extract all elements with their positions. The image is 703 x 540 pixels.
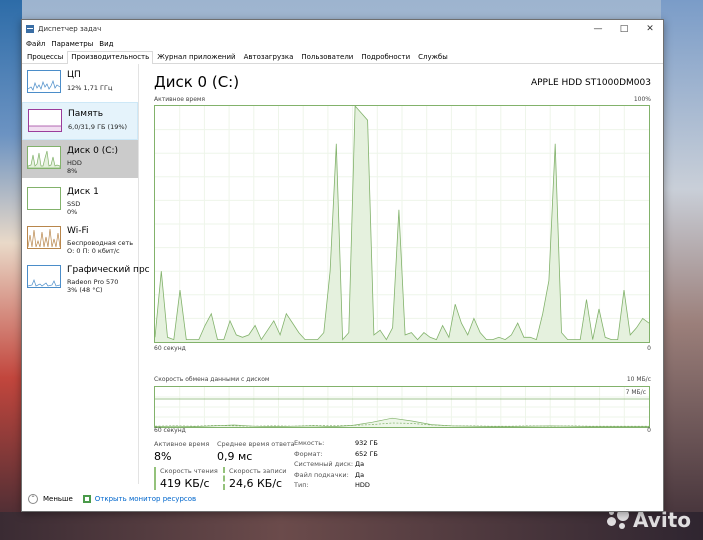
active-time-max-label: 100% [633, 96, 651, 103]
sidebar-item-label: Диск 0 (C:) [67, 146, 119, 156]
property-key: Емкость: [294, 439, 325, 447]
sidebar-item-type: Radeon Pro 570 [67, 278, 119, 286]
title-bar[interactable]: Диспетчер задач — □ ✕ [22, 20, 663, 37]
transfer-rate-chart-label: Скорость обмена данными с диском [154, 376, 270, 383]
page-title: Диск 0 (C:) [154, 73, 240, 91]
fewer-details-button[interactable]: Меньше [43, 495, 73, 503]
tab-users[interactable]: Пользователи [297, 51, 357, 63]
disk1-thumbnail [27, 187, 61, 210]
chevron-up-icon[interactable]: ⌃ [28, 493, 38, 504]
sidebar-item-detail: 6,0/31,9 ГБ (19%) [68, 123, 128, 131]
active-time-chart-label: Активное время [154, 96, 206, 103]
desktop-wallpaper-left [0, 0, 22, 540]
sidebar-item-usage: 8% [67, 167, 78, 175]
sidebar-item-wifi[interactable]: Wi-Fi Беспроводная сеть О: 0 П: 0 кбит/с [22, 220, 138, 258]
sidebar-item-disk0[interactable]: Диск 0 (C:) HDD 8% [22, 140, 138, 178]
footer-bar: ⌃ Меньше Открыть монитор ресурсов [22, 486, 663, 511]
property-row: Файл подкачки: Да [294, 471, 378, 482]
open-resource-monitor-link[interactable]: Открыть монитор ресурсов [95, 495, 196, 503]
active-time-stat-value: 8% [154, 450, 172, 463]
property-value: 652 ГБ [355, 449, 378, 458]
property-key: Системный диск: [294, 460, 354, 468]
property-value: Да [355, 460, 365, 468]
menu-file[interactable]: Файл [24, 40, 49, 48]
disk-details-panel: Диск 0 (C:) APPLE HDD ST1000DM003 Активн… [152, 73, 652, 490]
avg-response-stat-label: Среднее время ответа [217, 440, 295, 448]
sidebar-item-type: HDD [67, 159, 82, 167]
property-row: Емкость: 932 ГБ [294, 439, 378, 450]
maximize-button[interactable]: □ [611, 20, 637, 37]
avito-logo-icon [607, 509, 630, 531]
tab-performance[interactable]: Производительность [67, 51, 154, 64]
tab-startup[interactable]: Автозагрузка [240, 51, 298, 63]
transfer-rate-x-label: 60 секунд [154, 427, 186, 434]
window-title: Диспетчер задач [38, 24, 102, 33]
read-speed-stat-label: Скорость чтения [160, 467, 218, 475]
active-time-stat: Активное время 8% [154, 440, 209, 463]
disk-model: APPLE HDD ST1000DM003 [530, 78, 651, 88]
sidebar-item-cpu[interactable]: ЦП 12% 1,71 ГГц [22, 64, 138, 102]
property-row: Системный диск: Да [294, 460, 378, 471]
sidebar-item-label: Память [68, 109, 104, 119]
task-manager-icon [26, 24, 34, 33]
gpu-thumbnail [27, 265, 61, 288]
property-key: Формат: [294, 449, 323, 458]
sidebar-item-usage: О: 0 П: 0 кбит/с [67, 247, 120, 255]
sidebar-item-label: Wi-Fi [67, 226, 89, 236]
property-value: 932 ГБ [355, 439, 378, 447]
disk0-thumbnail [27, 146, 61, 169]
desktop-wallpaper-right [661, 0, 703, 540]
close-button[interactable]: ✕ [637, 20, 663, 37]
wifi-thumbnail [27, 226, 61, 249]
transfer-rate-zero-label: 0 [647, 427, 651, 434]
disk-properties: Емкость: 932 ГБ Формат: 652 ГБ Системный д… [294, 439, 378, 492]
transfer-rate-chart: 7 МБ/с [154, 386, 650, 428]
avg-response-stat-value: 0,9 мс [217, 450, 253, 463]
sidebar-item-label: ЦП [67, 70, 81, 80]
property-value: Да [355, 470, 365, 479]
active-time-zero-label: 0 [647, 345, 651, 352]
memory-thumbnail [28, 109, 62, 132]
cpu-thumbnail [27, 70, 61, 93]
desktop-wallpaper-bottom [0, 512, 703, 540]
performance-sidebar: ЦП 12% 1,71 ГГц Память 6,0/31,9 ГБ (19%)… [22, 64, 150, 484]
tab-bar: Процессы Производительность Журнал прило… [22, 50, 663, 64]
tab-services[interactable]: Службы [414, 51, 452, 63]
transfer-rate-max-label: 10 МБ/с [626, 376, 651, 383]
property-key: Файл подкачки: [294, 470, 349, 479]
sidebar-item-disk1[interactable]: Диск 1 SSD 0% [22, 181, 138, 219]
sidebar-item-label: Графический прс [67, 265, 150, 275]
resource-monitor-icon [82, 494, 91, 503]
write-speed-stat-label: Скорость записи [229, 467, 287, 475]
active-time-stat-label: Активное время [154, 440, 210, 448]
tab-details[interactable]: Подробности [357, 51, 414, 63]
property-row: Формат: 652 ГБ [294, 450, 378, 461]
tab-processes[interactable]: Процессы [23, 51, 67, 63]
sidebar-item-memory[interactable]: Память 6,0/31,9 ГБ (19%) [22, 102, 138, 140]
active-time-x-label: 60 секунд [154, 345, 186, 352]
sidebar-item-usage: 3% (48 °C) [67, 286, 103, 294]
sidebar-item-usage: 0% [67, 208, 78, 216]
transfer-rate-inner-label: 7 МБ/с [625, 389, 646, 396]
active-time-chart [154, 105, 650, 343]
avg-response-stat: Среднее время ответа 0,9 мс [217, 440, 295, 463]
sidebar-item-type: SSD [67, 200, 81, 208]
sidebar-item-gpu[interactable]: Графический прс Radeon Pro 570 3% (48 °C… [22, 259, 150, 297]
menu-view[interactable]: Вид [97, 40, 117, 48]
minimize-button[interactable]: — [585, 20, 611, 37]
sidebar-item-type: Беспроводная сеть [67, 239, 134, 247]
menu-bar: Файл Параметры Вид [22, 37, 663, 50]
sidebar-item-detail: 12% 1,71 ГГц [67, 84, 113, 92]
tab-app-history[interactable]: Журнал приложений [153, 51, 239, 63]
task-manager-window: Диспетчер задач — □ ✕ Файл Параметры Вид… [21, 19, 664, 512]
menu-options[interactable]: Параметры [49, 40, 97, 48]
sidebar-item-label: Диск 1 [67, 187, 99, 197]
